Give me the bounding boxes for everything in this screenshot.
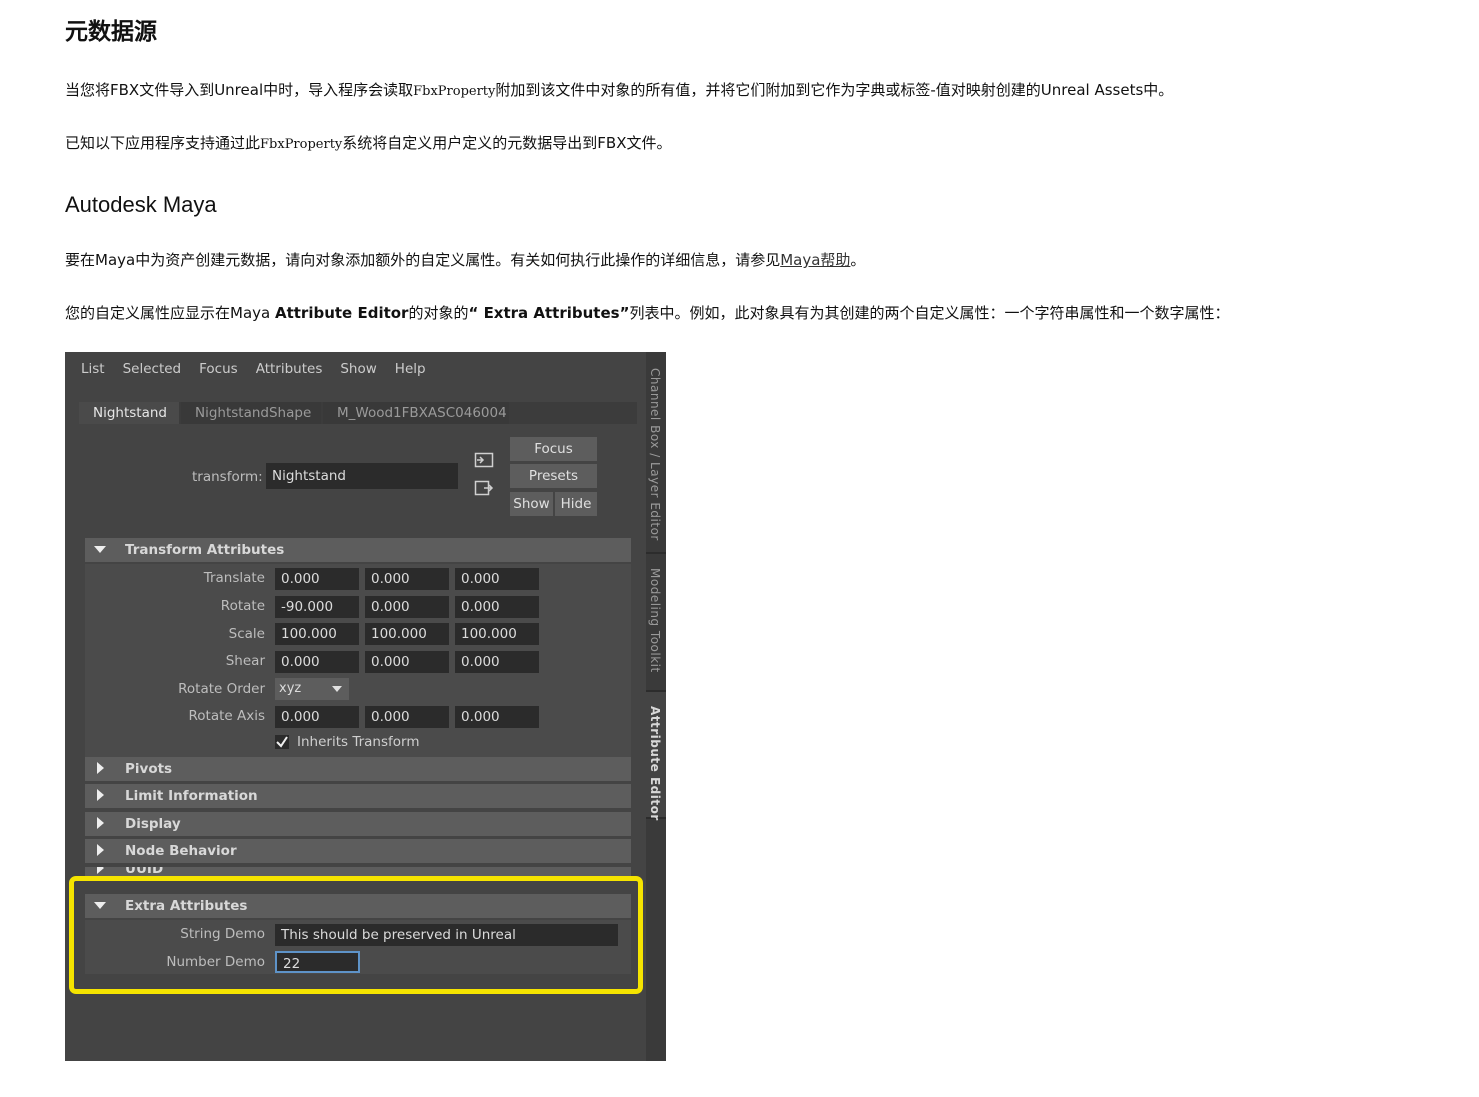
paragraph-maya-metadata: 要在Maya中为资产创建元数据，请向对象添加额外的自定义属性。有关如何执行此操作… xyxy=(65,251,866,269)
rotate-axis-label: Rotate Axis xyxy=(188,708,266,724)
inherits-transform-checkbox[interactable] xyxy=(275,735,289,749)
shear-x-field[interactable]: 0.000 xyxy=(275,651,359,673)
tab-channel-box[interactable]: Channel Box / Layer Editor xyxy=(646,352,666,554)
menu-selected[interactable]: Selected xyxy=(123,361,182,377)
section-heading-maya: Autodesk Maya xyxy=(65,192,217,217)
scale-x-field[interactable]: 100.000 xyxy=(275,623,359,645)
node-tab-strip: Nightstand NightstandShape M_Wood1FBXASC… xyxy=(79,402,637,424)
scale-label: Scale xyxy=(228,626,265,642)
paragraph-extra-attributes: 您的自定义属性应显示在Maya Attribute Editor的对象的“ Ex… xyxy=(65,304,1230,322)
rotate-axis-z-field[interactable]: 0.000 xyxy=(455,706,539,728)
scale-y-field[interactable]: 100.000 xyxy=(365,623,449,645)
rotate-axis-y-field[interactable]: 0.000 xyxy=(365,706,449,728)
code-fbxproperty: FbxProperty xyxy=(260,137,343,152)
expanded-arrow-icon xyxy=(94,546,106,553)
rotate-label: Rotate xyxy=(220,598,265,614)
tab-modeling-toolkit[interactable]: Modeling Toolkit xyxy=(646,554,666,692)
tab-nightstand[interactable]: Nightstand xyxy=(79,402,179,424)
section-pivots[interactable]: Pivots xyxy=(85,757,631,781)
paragraph-apps: 已知以下应用程序支持通过此FbxProperty系统将自定义用户定义的元数据导出… xyxy=(65,134,672,152)
tab-nightstandshape[interactable]: NightstandShape xyxy=(181,402,321,424)
maya-help-link[interactable]: Maya帮助 xyxy=(780,251,850,269)
chevron-down-icon xyxy=(332,686,342,692)
collapsed-arrow-icon xyxy=(97,844,104,856)
translate-x-field[interactable]: 0.000 xyxy=(275,568,359,590)
shear-label: Shear xyxy=(225,653,265,669)
rotate-z-field[interactable]: 0.000 xyxy=(455,596,539,618)
presets-button[interactable]: Presets xyxy=(510,464,597,488)
tab-material[interactable]: M_Wood1FBXASC046004 xyxy=(323,402,509,424)
translate-y-field[interactable]: 0.000 xyxy=(365,568,449,590)
highlight-box xyxy=(69,876,643,994)
menu-focus[interactable]: Focus xyxy=(199,361,238,377)
tab-attribute-editor[interactable]: Attribute Editor xyxy=(646,692,666,821)
rotate-axis-x-field[interactable]: 0.000 xyxy=(275,706,359,728)
paragraph-import: 当您将FBX文件导入到Unreal中时，导入程序会读取FbxProperty附加… xyxy=(65,81,1174,99)
hide-button[interactable]: Hide xyxy=(555,492,597,516)
section-display[interactable]: Display xyxy=(85,812,631,836)
collapsed-arrow-icon xyxy=(97,762,104,774)
inherits-transform-label: Inherits Transform xyxy=(297,734,420,750)
shear-y-field[interactable]: 0.000 xyxy=(365,651,449,673)
show-button[interactable]: Show xyxy=(510,492,553,516)
dock-side-tabs: Channel Box / Layer Editor Modeling Tool… xyxy=(646,352,666,1061)
scale-z-field[interactable]: 100.000 xyxy=(455,623,539,645)
shear-z-field[interactable]: 0.000 xyxy=(455,651,539,673)
transform-name-field[interactable]: Nightstand xyxy=(266,463,458,489)
output-connection-icon[interactable] xyxy=(474,480,494,496)
menu-list[interactable]: List xyxy=(81,361,105,377)
focus-button[interactable]: Focus xyxy=(510,437,597,461)
section-transform-attributes[interactable]: Transform Attributes xyxy=(85,538,631,562)
transform-label: transform: xyxy=(192,469,263,485)
rotate-order-label: Rotate Order xyxy=(178,681,265,697)
menu-bar: List Selected Focus Attributes Show Help xyxy=(81,361,444,377)
maya-attribute-editor: List Selected Focus Attributes Show Help… xyxy=(65,352,666,1061)
page-title: 元数据源 xyxy=(65,19,157,45)
input-connection-icon[interactable] xyxy=(474,452,494,468)
section-node-behavior[interactable]: Node Behavior xyxy=(85,839,631,863)
collapsed-arrow-icon xyxy=(97,789,104,801)
translate-z-field[interactable]: 0.000 xyxy=(455,568,539,590)
menu-help[interactable]: Help xyxy=(395,361,426,377)
translate-label: Translate xyxy=(203,570,265,586)
rotate-y-field[interactable]: 0.000 xyxy=(365,596,449,618)
menu-show[interactable]: Show xyxy=(340,361,376,377)
menu-attributes[interactable]: Attributes xyxy=(256,361,323,377)
rotate-order-dropdown[interactable]: xyz xyxy=(275,678,349,700)
section-limit-information[interactable]: Limit Information xyxy=(85,784,631,808)
collapsed-arrow-icon xyxy=(97,817,104,829)
code-fbxproperty: FbxProperty xyxy=(413,84,496,99)
rotate-x-field[interactable]: -90.000 xyxy=(275,596,359,618)
